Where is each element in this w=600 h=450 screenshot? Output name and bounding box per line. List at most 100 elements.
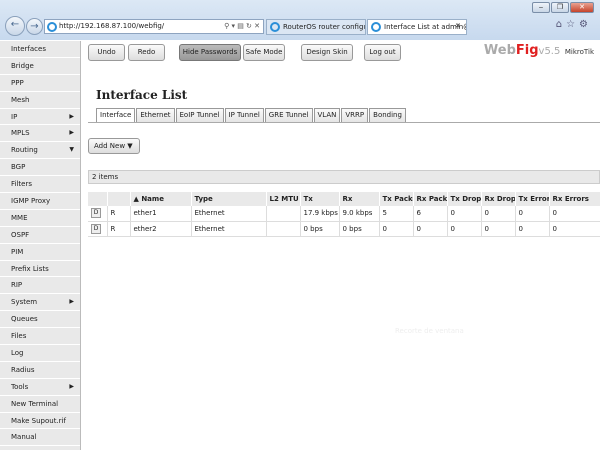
forward-icon[interactable]: →	[26, 18, 43, 35]
safe-mode-button[interactable]: Safe Mode	[243, 44, 285, 61]
interface-table: ▲ NameTypeL2 MTUTxRxTx PacketsRx Packets…	[88, 192, 600, 237]
ie-icon	[371, 22, 381, 32]
column-header[interactable]: Tx Packets	[379, 192, 413, 206]
close-button[interactable]: ✕	[570, 2, 594, 13]
sidebar-item-rip[interactable]: RIP	[0, 277, 80, 294]
sidebar-item-label: System	[11, 298, 37, 306]
tab-vrrp[interactable]: VRRP	[341, 108, 368, 122]
sidebar-item-mpls[interactable]: MPLS ▶	[0, 125, 80, 142]
sidebar-item-queues[interactable]: Queues	[0, 311, 80, 328]
tab-ip-tunnel[interactable]: IP Tunnel	[225, 108, 264, 122]
table-cell: D	[88, 206, 107, 221]
address-bar[interactable]: http://192.168.87.100/webfig/ ⚲ ▾ ▤ ↻ ✕	[44, 19, 264, 34]
arrow-icon: ▶	[69, 109, 74, 125]
sidebar-item-label: Prefix Lists	[11, 265, 49, 273]
table-cell: D	[88, 221, 107, 236]
sidebar-item-interfaces[interactable]: Interfaces	[0, 41, 80, 58]
table-cell: Ethernet	[191, 206, 266, 221]
disable-button[interactable]: D	[91, 224, 101, 234]
tab-interface-list[interactable]: Interface List at admin@19...	[367, 19, 467, 35]
sidebar-item-mme[interactable]: MME	[0, 210, 80, 227]
column-header[interactable]: ▲ Name	[130, 192, 191, 206]
sidebar-item-bgp[interactable]: BGP	[0, 159, 80, 176]
table-row[interactable]: DRether1Ethernet17.9 kbps9.0 kbps560000	[88, 206, 600, 221]
column-header[interactable]: Tx Errors	[515, 192, 549, 206]
sidebar-item-pim[interactable]: PIM	[0, 244, 80, 261]
sidebar-item-label: Manual	[11, 433, 36, 441]
page-title: Interface List	[96, 88, 187, 102]
sidebar-item-prefix-lists[interactable]: Prefix Lists	[0, 261, 80, 278]
tab-ethernet[interactable]: Ethernet	[136, 108, 174, 122]
back-icon[interactable]: ←	[5, 16, 25, 36]
sidebar-item-label: MME	[11, 214, 28, 222]
column-header[interactable]: Tx	[300, 192, 339, 206]
column-header[interactable]: Rx	[339, 192, 379, 206]
tab-interface[interactable]: Interface	[96, 108, 135, 122]
column-header[interactable]	[107, 192, 130, 206]
sidebar-item-files[interactable]: Files	[0, 328, 80, 345]
redo-button[interactable]: Redo	[128, 44, 165, 61]
arrow-icon: ▶	[69, 125, 74, 141]
logout-button[interactable]: Log out	[364, 44, 401, 61]
table-cell: ether1	[130, 206, 191, 221]
sidebar-item-ospf[interactable]: OSPF	[0, 227, 80, 244]
sidebar-item-manual[interactable]: Manual	[0, 429, 80, 446]
tab-eoip-tunnel[interactable]: EoIP Tunnel	[176, 108, 224, 122]
tab-gre-tunnel[interactable]: GRE Tunnel	[265, 108, 313, 122]
column-header[interactable]: Tx Drops	[447, 192, 481, 206]
address-controls[interactable]: ⚲ ▾ ▤ ↻ ✕	[224, 20, 260, 33]
sidebar-item-tools[interactable]: Tools▶	[0, 379, 80, 396]
table-cell: 0	[481, 221, 515, 236]
column-header[interactable]: L2 MTU	[266, 192, 300, 206]
column-header[interactable]	[88, 192, 107, 206]
sidebar-item-igmp-proxy[interactable]: IGMP Proxy	[0, 193, 80, 210]
sidebar-item-label: Bridge	[11, 62, 34, 70]
add-new-button[interactable]: Add New ▼	[88, 138, 140, 154]
minimize-button[interactable]: ‒	[532, 2, 550, 13]
tab-vlan[interactable]: VLAN	[314, 108, 341, 122]
item-count: 2 items	[88, 170, 600, 184]
sidebar: InterfacesBridgePPPMeshIP▶MPLS▶Routing▼B…	[0, 41, 81, 450]
column-header[interactable]: Type	[191, 192, 266, 206]
table-row[interactable]: DRether2Ethernet0 bps0 bps000000	[88, 221, 600, 236]
browser-tools-icons[interactable]: ⌂☆⚙	[556, 19, 592, 30]
sidebar-item-radius[interactable]: Radius	[0, 362, 80, 379]
tab-close-icon[interactable]: ✕	[455, 22, 461, 30]
restore-button[interactable]: ❐	[551, 2, 569, 13]
sidebar-item-log[interactable]: Log	[0, 345, 80, 362]
sidebar-item-new-terminal[interactable]: New Terminal	[0, 396, 80, 413]
column-header[interactable]: Rx Drops	[481, 192, 515, 206]
tab-label: RouterOS router configuration...	[283, 23, 366, 31]
design-skin-button[interactable]: Design Skin	[301, 44, 353, 61]
sidebar-item-routing[interactable]: Routing▼	[0, 142, 80, 159]
sidebar-item-label: MPLS	[11, 129, 30, 137]
table-cell: 0 bps	[339, 221, 379, 236]
ie-icon	[270, 22, 280, 32]
sidebar-item-ip[interactable]: IP▶	[0, 109, 80, 126]
hide-passwords-button[interactable]: Hide Passwords	[179, 44, 241, 61]
arrow-icon: ▶	[69, 294, 74, 310]
interface-tabs: InterfaceEthernetEoIP TunnelIP TunnelGRE…	[96, 108, 406, 122]
tab-bonding[interactable]: Bonding	[369, 108, 406, 122]
sidebar-item-label: BGP	[11, 163, 25, 171]
tab-routeros[interactable]: RouterOS router configuration...	[266, 19, 366, 35]
sidebar-item-make-supout-rif[interactable]: Make Supout.rif	[0, 413, 80, 430]
column-header[interactable]: Rx Errors	[549, 192, 600, 206]
sidebar-item-label: OSPF	[11, 231, 29, 239]
sidebar-item-system[interactable]: System ▶	[0, 294, 80, 311]
browser-chrome: ‒ ❐ ✕ ← → http://192.168.87.100/webfig/ ⚲…	[0, 0, 600, 40]
disable-button[interactable]: D	[91, 208, 101, 218]
sidebar-item-label: PPP	[11, 79, 24, 87]
sidebar-item-label: Radius	[11, 366, 34, 374]
column-header[interactable]: Rx Packets	[413, 192, 447, 206]
undo-button[interactable]: Undo	[88, 44, 125, 61]
url-text: http://192.168.87.100/webfig/	[59, 22, 164, 30]
table-cell: 0	[447, 206, 481, 221]
sidebar-item-ppp[interactable]: PPP	[0, 75, 80, 92]
sidebar-item-filters[interactable]: Filters	[0, 176, 80, 193]
table-cell: 0	[549, 206, 600, 221]
watermark: Recorte de ventana	[395, 327, 464, 335]
sidebar-item-mesh[interactable]: Mesh	[0, 92, 80, 109]
table-cell: 0	[447, 221, 481, 236]
sidebar-item-bridge[interactable]: Bridge	[0, 58, 80, 75]
